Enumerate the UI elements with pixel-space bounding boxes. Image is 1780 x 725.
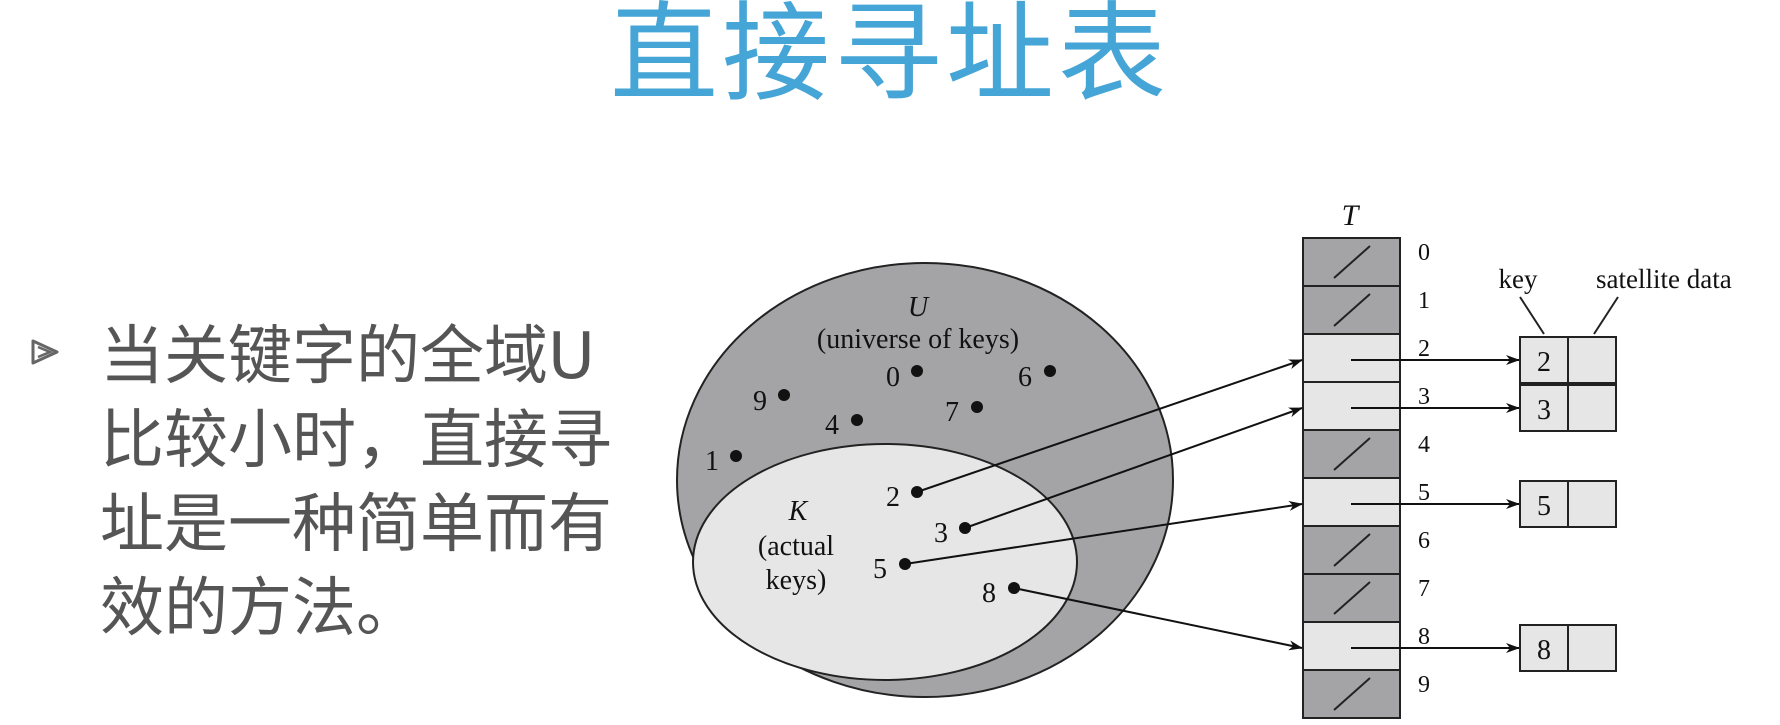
svg-text:5: 5 <box>873 554 887 585</box>
table-name: T <box>1342 199 1361 232</box>
record-5: 5 <box>1519 480 1617 528</box>
svg-text:9: 9 <box>1418 672 1430 698</box>
actual-keys-caption-line2: keys) <box>766 565 827 596</box>
table-slot-7: 7 <box>1302 573 1430 623</box>
svg-text:8: 8 <box>1537 635 1551 666</box>
svg-text:3: 3 <box>1418 384 1430 410</box>
svg-text:1: 1 <box>705 446 719 477</box>
svg-text:4: 4 <box>825 410 839 441</box>
svg-text:1: 1 <box>1418 288 1430 314</box>
record-8: 8 <box>1519 624 1617 672</box>
svg-text:2: 2 <box>1418 336 1430 362</box>
universe-caption: (universe of keys) <box>817 324 1019 355</box>
svg-text:5: 5 <box>1537 491 1551 522</box>
svg-text:5: 5 <box>1418 480 1430 506</box>
svg-text:9: 9 <box>753 386 767 417</box>
svg-text:6: 6 <box>1018 362 1032 393</box>
svg-text:7: 7 <box>945 397 959 428</box>
svg-text:3: 3 <box>934 518 948 549</box>
key-label-pointer <box>1519 296 1545 335</box>
svg-text:2: 2 <box>886 482 900 513</box>
table-slot-4: 4 <box>1302 429 1430 479</box>
satellite-data-label: satellite data <box>1596 264 1732 294</box>
svg-text:7: 7 <box>1418 576 1430 602</box>
universe-symbol: U <box>908 292 930 323</box>
svg-text:8: 8 <box>982 578 996 609</box>
record-2: 2 <box>1519 336 1617 384</box>
svg-text:0: 0 <box>1418 240 1430 266</box>
key-label: key <box>1499 264 1538 294</box>
actual-keys-caption-line1: (actual <box>758 531 834 562</box>
satellite-label-pointer <box>1593 296 1619 335</box>
svg-text:4: 4 <box>1418 432 1430 458</box>
svg-text:8: 8 <box>1418 624 1430 650</box>
direct-address-diagram: U (universe of keys) K (actual keys) 0 6… <box>676 199 1732 719</box>
table-slot-5: 5 <box>1302 477 1430 527</box>
table-slot-0: 0 <box>1302 237 1430 287</box>
table-slot-3: 3 <box>1302 381 1430 431</box>
svg-text:0: 0 <box>886 362 900 393</box>
table-slot-1: 1 <box>1302 285 1430 335</box>
actual-keys-symbol: K <box>788 496 809 527</box>
table-slot-6: 6 <box>1302 525 1430 575</box>
table-slot-9: 9 <box>1302 669 1430 719</box>
table-slot-8: 8 <box>1302 621 1430 671</box>
svg-text:6: 6 <box>1418 528 1430 554</box>
svg-text:3: 3 <box>1537 395 1551 426</box>
svg-text:2: 2 <box>1537 347 1551 378</box>
record-3: 3 <box>1519 384 1617 432</box>
table-slot-2: 2 <box>1302 333 1430 383</box>
